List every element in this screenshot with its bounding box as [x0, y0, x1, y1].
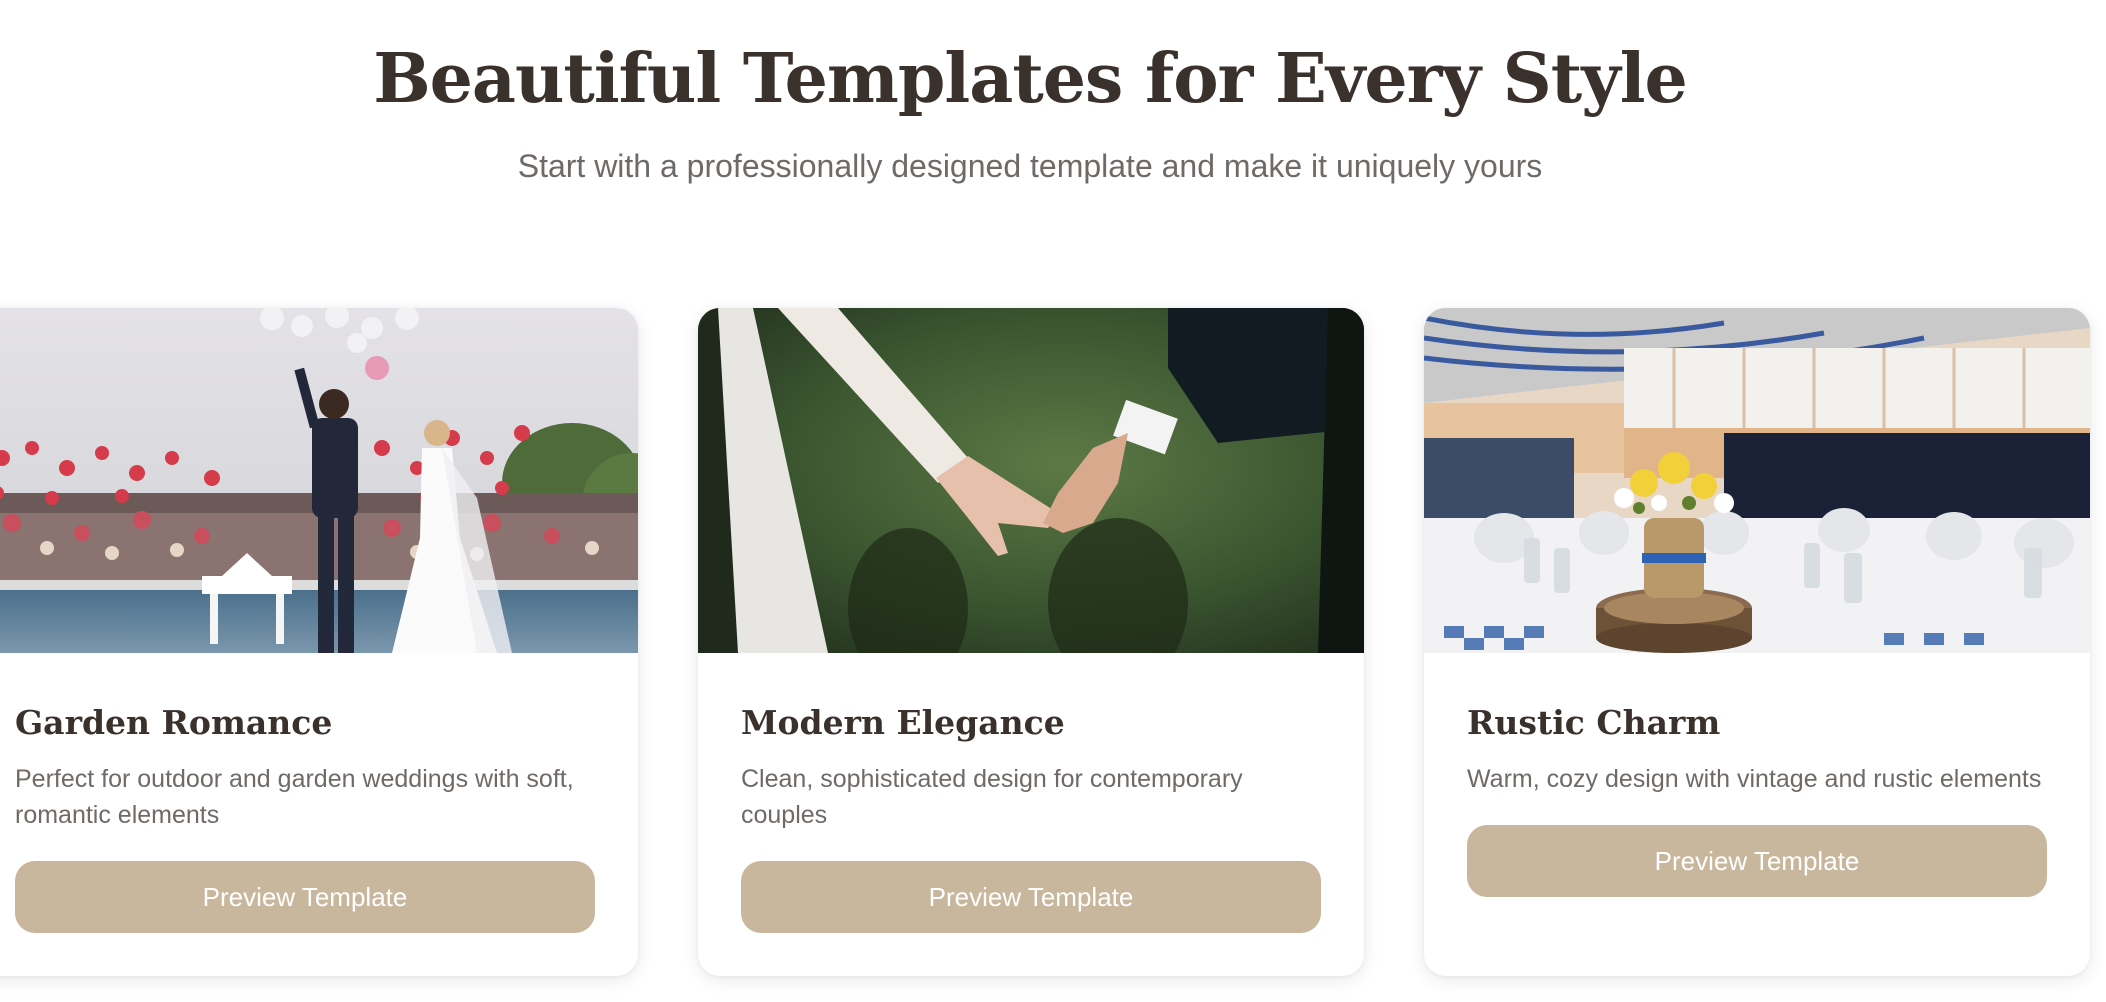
preview-template-button[interactable]: Preview Template [15, 861, 595, 933]
template-card-rustic-charm: Rustic Charm Warm, cozy design with vint… [1424, 308, 2090, 976]
section-title: Beautiful Templates for Every Style [373, 39, 1688, 119]
preview-template-button[interactable]: Preview Template [1467, 825, 2047, 897]
template-title: Rustic Charm [1467, 703, 1721, 742]
template-description: Clean, sophisticated design for contempo… [741, 765, 1243, 829]
template-card-modern-elegance: Modern Elegance Clean, sophisticated des… [698, 308, 1364, 976]
template-title: Garden Romance [15, 703, 333, 742]
template-title: Modern Elegance [741, 703, 1065, 742]
template-image-modern-elegance [698, 308, 1364, 653]
template-description: Warm, cozy design with vintage and rusti… [1467, 765, 2042, 793]
template-description: Perfect for outdoor and garden weddings … [15, 765, 574, 829]
template-image-rustic-charm [1424, 308, 2090, 653]
template-card-garden-romance: Garden Romance Perfect for outdoor and g… [0, 308, 638, 976]
preview-template-button[interactable]: Preview Template [741, 861, 1321, 933]
section-subtitle: Start with a professionally designed tem… [517, 148, 1543, 184]
template-image-garden-romance [0, 308, 638, 653]
